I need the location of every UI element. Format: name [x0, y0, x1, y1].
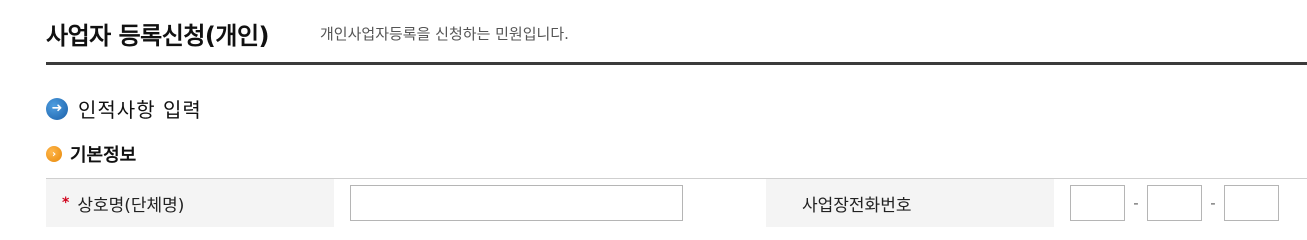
title-divider — [46, 62, 1307, 65]
subsection-label: 기본정보 — [70, 145, 137, 166]
business-name-label: 상호명(단체명) — [77, 195, 185, 216]
business-name-input[interactable] — [350, 185, 683, 221]
business-name-value-cell — [334, 179, 766, 227]
business-name-label-cell: * 상호명(단체명) — [46, 179, 334, 227]
chevron-right-icon: › — [46, 146, 62, 162]
business-phone-value-cell: - - — [1054, 179, 1307, 227]
phone-part1-input[interactable] — [1070, 185, 1125, 221]
required-mark: * — [62, 195, 70, 211]
basic-info-form-row: * 상호명(단체명) 사업장전화번호 - - — [46, 178, 1307, 227]
business-phone-label-cell: 사업장전화번호 — [766, 179, 1054, 227]
section-header-personal-info: ➜ 인적사항 입력 — [46, 94, 202, 123]
phone-part2-input[interactable] — [1147, 185, 1202, 221]
page-description: 개인사업자등록을 신청하는 민원입니다. — [320, 25, 569, 43]
business-phone-label: 사업장전화번호 — [802, 195, 912, 216]
phone-separator: - — [1210, 194, 1216, 212]
arrow-right-icon: ➜ — [46, 97, 68, 120]
subsection-header-basic-info: › 기본정보 — [46, 141, 136, 167]
page-title: 사업자 등록신청(개인) — [46, 22, 270, 50]
phone-part3-input[interactable] — [1224, 185, 1279, 221]
section-label: 인적사항 입력 — [78, 98, 202, 122]
phone-separator: - — [1133, 194, 1139, 212]
